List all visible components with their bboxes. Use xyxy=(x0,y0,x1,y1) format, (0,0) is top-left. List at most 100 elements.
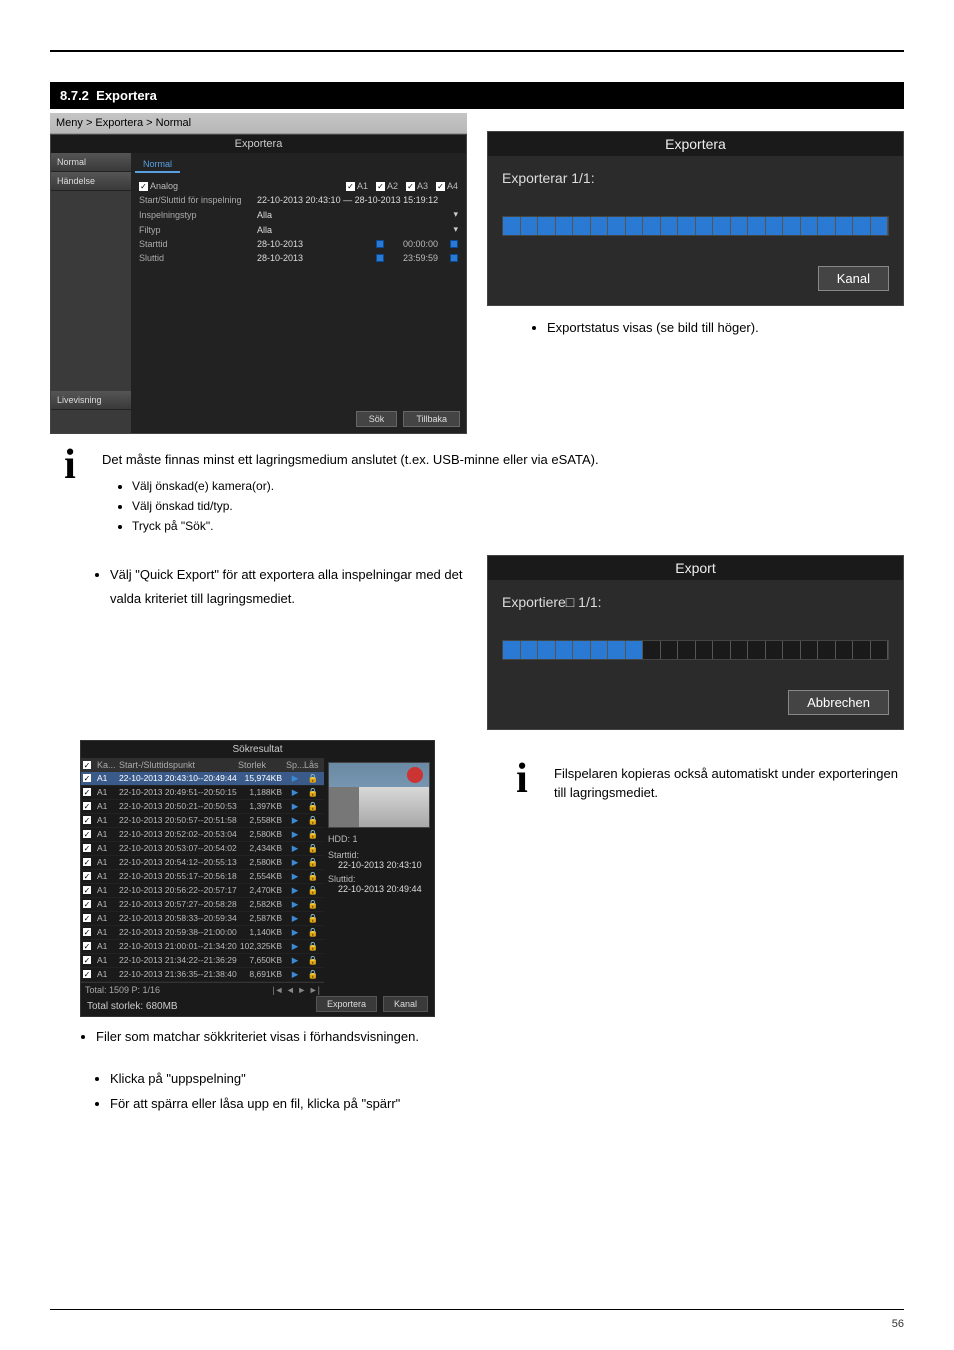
lock-icon[interactable]: 🔒 xyxy=(304,955,322,966)
row5-date[interactable]: 28-10-2013 xyxy=(257,253,368,263)
play-icon[interactable]: ▶ xyxy=(286,927,304,938)
search-button[interactable]: Sök xyxy=(356,411,398,427)
play-icon[interactable]: ▶ xyxy=(286,815,304,826)
preview-hdd: HDD: 1 xyxy=(328,834,430,844)
play-icon[interactable]: ▶ xyxy=(286,941,304,952)
lock-icon[interactable]: 🔒 xyxy=(304,843,322,854)
calendar-icon[interactable] xyxy=(376,254,384,262)
play-icon[interactable]: ▶ xyxy=(286,801,304,812)
export-progress-dialog-1: Exportera Exporterar 1/1: Kanal xyxy=(487,131,904,306)
results-title: Sökresultat xyxy=(81,741,434,758)
table-row[interactable]: ✓A122-10-2013 21:00:01--21:34:20102,325K… xyxy=(81,940,324,954)
lock-icon[interactable]: 🔒 xyxy=(304,829,322,840)
dropdown-icon[interactable]: ▾ xyxy=(453,209,458,220)
table-row[interactable]: ✓A122-10-2013 20:52:02--20:53:042,580KB▶… xyxy=(81,828,324,842)
play-icon[interactable]: ▶ xyxy=(286,913,304,924)
lock-icon[interactable]: 🔒 xyxy=(304,773,322,784)
lock-icon[interactable]: 🔒 xyxy=(304,941,322,952)
table-row[interactable]: ✓A122-10-2013 20:55:17--20:56:182,554KB▶… xyxy=(81,870,324,884)
lock-icon[interactable]: 🔒 xyxy=(304,899,322,910)
play-icon[interactable]: ▶ xyxy=(286,885,304,896)
play-icon[interactable]: ▶ xyxy=(286,871,304,882)
table-row[interactable]: ✓A122-10-2013 20:43:10--20:49:4415,974KB… xyxy=(81,772,324,786)
play-icon[interactable]: ▶ xyxy=(286,899,304,910)
back-button[interactable]: Tillbaka xyxy=(403,411,460,427)
breadcrumb: Meny > Exportera > Normal xyxy=(50,113,467,134)
dialog2-status: Exportiere□ 1/1: xyxy=(502,594,889,610)
lock-icon[interactable]: 🔒 xyxy=(304,871,322,882)
table-row[interactable]: ✓A122-10-2013 20:49:51--20:50:151,188KB▶… xyxy=(81,786,324,800)
tab-normal[interactable]: Normal xyxy=(135,157,180,173)
brand-logo-icon xyxy=(407,767,423,783)
calendar-icon[interactable] xyxy=(376,240,384,248)
bullet-lock: För att spärra eller låsa upp en fil, kl… xyxy=(110,1092,904,1117)
results-export-button[interactable]: Exportera xyxy=(316,996,377,1012)
info2-body: Filspelaren kopieras också automatiskt u… xyxy=(554,758,904,803)
section-header: 8.7.2 Exportera xyxy=(50,82,904,109)
row5-time[interactable]: 23:59:59 xyxy=(403,253,438,263)
play-icon[interactable]: ▶ xyxy=(286,843,304,854)
sidebar-item-normal[interactable]: Normal xyxy=(51,153,131,172)
preview-start-label: Starttid: xyxy=(328,850,430,860)
results-cancel-button[interactable]: Kanal xyxy=(383,996,428,1012)
bullet-playback: Klicka på "uppspelning" xyxy=(110,1067,904,1092)
results-total: Total: 1509 P: 1/16 xyxy=(85,985,160,995)
dropdown-icon[interactable]: ▾ xyxy=(453,224,458,235)
preview-image xyxy=(328,762,430,828)
lock-icon[interactable]: 🔒 xyxy=(304,787,322,798)
row2-val[interactable]: Alla xyxy=(257,210,445,220)
row4-date[interactable]: 28-10-2013 xyxy=(257,239,368,249)
row3-label: Filtyp xyxy=(139,225,249,235)
export-progress-dialog-2: Export Exportiere□ 1/1: Abbrechen xyxy=(487,555,904,730)
info1-b1: Välj önskad(e) kamera(or). xyxy=(132,476,904,496)
lock-icon[interactable]: 🔒 xyxy=(304,885,322,896)
table-row[interactable]: ✓A122-10-2013 20:57:27--20:58:282,582KB▶… xyxy=(81,898,324,912)
play-icon[interactable]: ▶ xyxy=(286,955,304,966)
play-icon[interactable]: ▶ xyxy=(286,787,304,798)
table-row[interactable]: ✓A122-10-2013 20:50:57--20:51:582,558KB▶… xyxy=(81,814,324,828)
table-row[interactable]: ✓A122-10-2013 20:53:07--20:54:022,434KB▶… xyxy=(81,842,324,856)
clock-icon[interactable] xyxy=(450,240,458,248)
table-row[interactable]: ✓A122-10-2013 21:34:22--21:36:297,650KB▶… xyxy=(81,954,324,968)
play-icon[interactable]: ▶ xyxy=(286,857,304,868)
table-row[interactable]: ✓A122-10-2013 20:59:38--21:00:001,140KB▶… xyxy=(81,926,324,940)
chk-analog[interactable]: ✓Analog xyxy=(139,181,178,191)
play-icon[interactable]: ▶ xyxy=(286,969,304,980)
table-row[interactable]: ✓A122-10-2013 21:36:35--21:38:408,691KB▶… xyxy=(81,968,324,982)
row4-time[interactable]: 00:00:00 xyxy=(403,239,438,249)
row5-label: Sluttid xyxy=(139,253,249,263)
section-number: 8.7.2 xyxy=(60,88,89,103)
play-icon[interactable]: ▶ xyxy=(286,829,304,840)
results-head: ✓ Ka... Start-/Sluttidspunkt Storlek Sp.… xyxy=(81,758,324,772)
chk-a4[interactable]: ✓A4 xyxy=(436,181,458,191)
dialog2-cancel-button[interactable]: Abbrechen xyxy=(788,690,889,715)
lock-icon[interactable]: 🔒 xyxy=(304,927,322,938)
row3-val[interactable]: Alla xyxy=(257,225,445,235)
section-title: Exportera xyxy=(96,88,157,103)
play-icon[interactable]: ▶ xyxy=(286,773,304,784)
table-row[interactable]: ✓A122-10-2013 20:54:12--20:55:132,580KB▶… xyxy=(81,856,324,870)
lock-icon[interactable]: 🔒 xyxy=(304,913,322,924)
clock-icon[interactable] xyxy=(450,254,458,262)
chk-a2[interactable]: ✓A2 xyxy=(376,181,398,191)
row4-label: Starttid xyxy=(139,239,249,249)
info-icon: i xyxy=(50,444,90,486)
row2-label: Inspelningstyp xyxy=(139,210,249,220)
lock-icon[interactable]: 🔒 xyxy=(304,857,322,868)
chk-a3[interactable]: ✓A3 xyxy=(406,181,428,191)
page-number: 56 xyxy=(892,1318,904,1330)
table-row[interactable]: ✓A122-10-2013 20:56:22--20:57:172,470KB▶… xyxy=(81,884,324,898)
sidebar-item-live[interactable]: Livevisning xyxy=(51,391,131,410)
results-window: Sökresultat ✓ Ka... Start-/Sluttidspunkt… xyxy=(80,740,435,1017)
dialog2-progress xyxy=(502,640,889,660)
label-a4: A4 xyxy=(447,181,458,191)
sidebar-item-event[interactable]: Händelse xyxy=(51,172,131,191)
table-row[interactable]: ✓A122-10-2013 20:50:21--20:50:531,397KB▶… xyxy=(81,800,324,814)
lock-icon[interactable]: 🔒 xyxy=(304,815,322,826)
table-row[interactable]: ✓A122-10-2013 20:58:33--20:59:342,587KB▶… xyxy=(81,912,324,926)
lock-icon[interactable]: 🔒 xyxy=(304,801,322,812)
pager[interactable]: |◄ ◄ ► ►| xyxy=(272,985,320,995)
chk-a1[interactable]: ✓A1 xyxy=(346,181,368,191)
lock-icon[interactable]: 🔒 xyxy=(304,969,322,980)
dialog1-cancel-button[interactable]: Kanal xyxy=(818,266,889,291)
